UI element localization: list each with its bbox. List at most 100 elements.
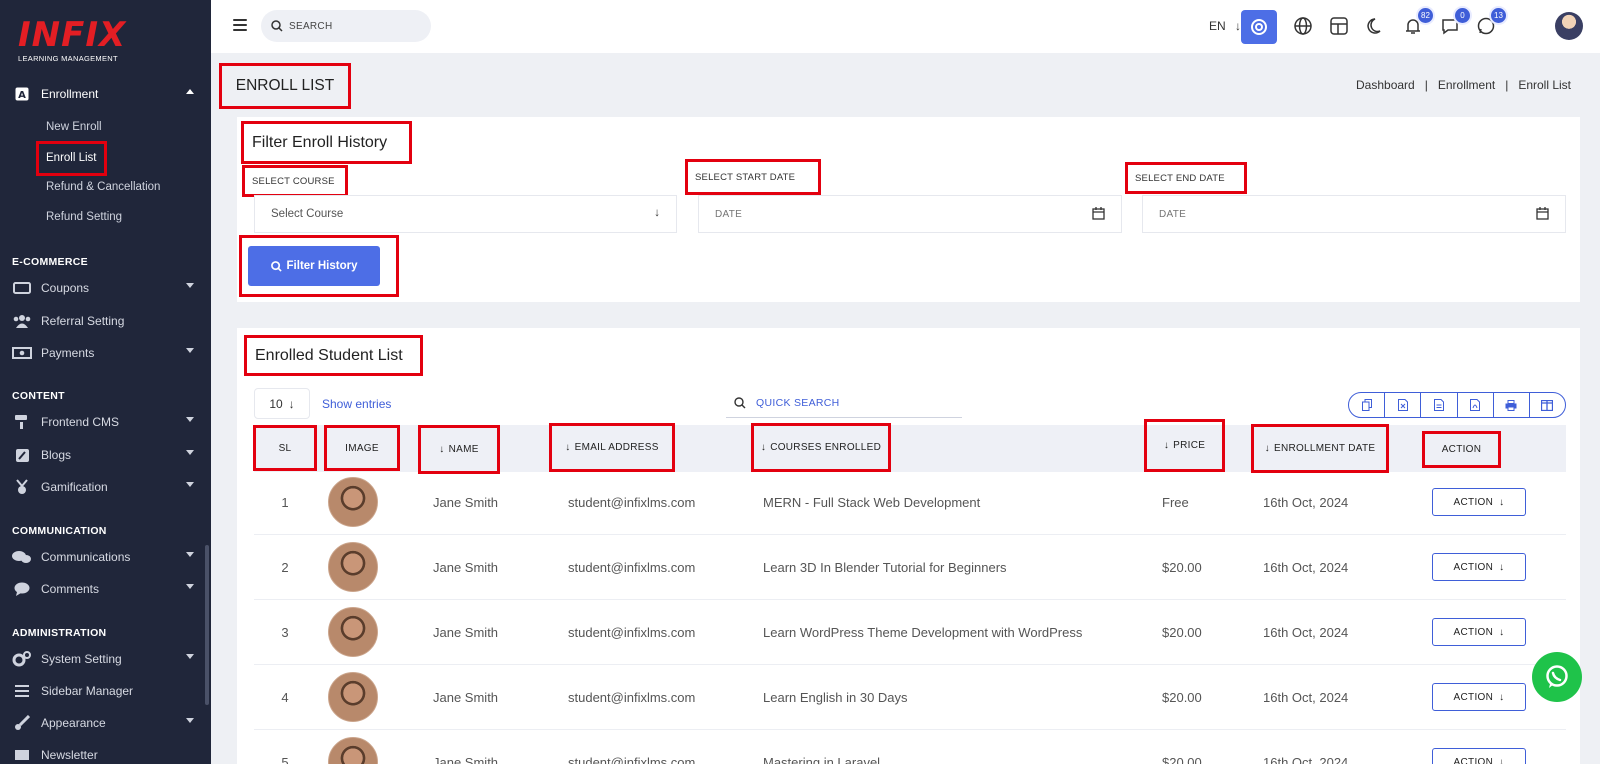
- row-action-button[interactable]: ACTION ↓: [1432, 553, 1526, 581]
- columns-icon[interactable]: [1530, 393, 1565, 417]
- column-header-price[interactable]: ↓ PRICE: [1144, 419, 1225, 472]
- sidebar-item-enrollment[interactable]: A Enrollment: [12, 83, 194, 105]
- filter-history-button[interactable]: Filter History: [248, 246, 380, 286]
- dark-mode-moon-icon[interactable]: [1364, 14, 1388, 38]
- chevron-down-icon: [186, 552, 194, 557]
- calendar-icon[interactable]: [1092, 207, 1105, 223]
- cell-name: Jane Smith: [433, 754, 499, 764]
- sidebar: INFIX LEARNING MANAGEMENT A Enrollment N…: [0, 0, 211, 764]
- sidebar-scrollbar[interactable]: [205, 545, 209, 705]
- student-photo: [328, 477, 378, 527]
- course-select[interactable]: Select Course ↓: [254, 195, 677, 233]
- settings-chip-icon[interactable]: [1241, 10, 1277, 44]
- column-header-label: COURSES ENROLLED: [770, 442, 882, 453]
- sidebar-item-blogs[interactable]: Blogs: [12, 444, 194, 466]
- row-action-button[interactable]: ACTION ↓: [1432, 488, 1526, 516]
- cell-email: student@infixlms.com: [568, 559, 696, 575]
- column-header-email[interactable]: ↓ EMAIL ADDRESS: [549, 423, 675, 472]
- section-title-communication: COMMUNICATION: [12, 525, 107, 537]
- calendar-icon[interactable]: [1536, 207, 1549, 223]
- quick-search-input[interactable]: [756, 396, 936, 409]
- hamburger-menu-icon[interactable]: [233, 19, 247, 31]
- column-header-courses[interactable]: ↓ COURSES ENROLLED: [751, 423, 891, 472]
- ticket-icon: [12, 280, 32, 296]
- chat-icon[interactable]: 13: [1474, 8, 1506, 38]
- start-date-input[interactable]: [715, 208, 1015, 220]
- sidebar-item-appearance[interactable]: Appearance: [12, 712, 194, 734]
- sidebar-item-payments[interactable]: Payments: [12, 342, 194, 364]
- column-header-sl[interactable]: SL: [253, 425, 317, 471]
- global-search[interactable]: [261, 10, 431, 42]
- sidebar-item-comments[interactable]: Comments: [12, 578, 194, 600]
- cell-sl: 5: [281, 754, 289, 764]
- sidebar-item-referral-setting[interactable]: Referral Setting: [12, 310, 194, 332]
- breadcrumb-dashboard[interactable]: Dashboard: [1356, 78, 1415, 92]
- chevron-down-icon: [186, 718, 194, 723]
- arrow-down-icon: ↓: [654, 207, 660, 219]
- quick-search[interactable]: [726, 388, 962, 418]
- sort-arrow-icon: ↓: [439, 444, 445, 455]
- globe-icon[interactable]: [1291, 14, 1315, 38]
- row-action-button[interactable]: ACTION ↓: [1432, 683, 1526, 711]
- cell-image: [325, 665, 381, 729]
- sidebar-item-coupons[interactable]: Coupons: [12, 277, 194, 299]
- print-icon[interactable]: [1494, 393, 1530, 417]
- column-header-name[interactable]: ↓ NAME: [418, 425, 500, 474]
- sidebar-subitem-refund-cancellation[interactable]: Refund & Cancellation: [46, 181, 160, 193]
- row-action-button[interactable]: ACTION ↓: [1432, 618, 1526, 646]
- column-header-label: EMAIL ADDRESS: [574, 442, 659, 453]
- action-label: ACTION: [1453, 691, 1494, 703]
- student-photo: [328, 542, 378, 592]
- sidebar-item-label: Gamification: [41, 480, 108, 494]
- cell-price: $20.00: [1162, 689, 1202, 705]
- section-title-administration: ADMINISTRATION: [12, 627, 107, 639]
- row-action-button[interactable]: ACTION ↓: [1432, 748, 1526, 764]
- column-header-enrollment-date[interactable]: ↓ ENROLLMENT DATE: [1251, 424, 1389, 473]
- select-course-label: SELECT COURSE: [242, 165, 348, 197]
- notification-bell-icon[interactable]: 82: [1401, 8, 1433, 38]
- app-logo[interactable]: INFIX LEARNING MANAGEMENT: [18, 18, 126, 63]
- breadcrumb-enrollment[interactable]: Enrollment: [1438, 78, 1495, 92]
- sidebar-item-communications[interactable]: Communications: [12, 546, 194, 568]
- cell-email: student@infixlms.com: [568, 494, 696, 510]
- sidebar-subitem-enroll-list[interactable]: Enroll List: [36, 141, 107, 176]
- sidebar-item-sidebar-manager[interactable]: Sidebar Manager: [12, 680, 194, 702]
- messages-icon[interactable]: 0: [1438, 8, 1470, 38]
- search-input[interactable]: [289, 20, 409, 32]
- table-row: 1 Jane Smith student@infixlms.com MERN - Fu…: [254, 470, 1566, 535]
- cell-action: ACTION ↓: [1432, 470, 1526, 534]
- start-date-field[interactable]: [698, 195, 1122, 233]
- arrow-down-icon: ↓: [1499, 561, 1505, 573]
- table-row: 3 Jane Smith student@infixlms.com Learn Wor…: [254, 600, 1566, 665]
- page-title: ENROLL LIST: [219, 63, 351, 109]
- sidebar-item-newsletter[interactable]: Newsletter: [12, 744, 194, 764]
- csv-icon[interactable]: [1421, 393, 1458, 417]
- cell-course: Learn 3D In Blender Tutorial for Beginne…: [763, 559, 1007, 575]
- list-heading: Enrolled Student List: [244, 335, 423, 376]
- breadcrumb-enroll-list: Enroll List: [1518, 78, 1572, 92]
- whatsapp-chat-button[interactable]: [1532, 652, 1582, 702]
- cell-action: ACTION ↓: [1432, 730, 1526, 764]
- sidebar-item-system-setting[interactable]: System Setting: [12, 648, 194, 670]
- language-selector[interactable]: EN ↓: [1209, 19, 1241, 33]
- cell-price: Free: [1162, 494, 1189, 510]
- layout-icon[interactable]: [1327, 14, 1351, 38]
- sidebar-item-gamification[interactable]: Gamification: [12, 476, 194, 498]
- sidebar-item-frontend-cms[interactable]: Frontend CMS: [12, 411, 194, 433]
- logo-tagline: LEARNING MANAGEMENT: [18, 54, 118, 63]
- copy-icon[interactable]: [1349, 393, 1386, 417]
- column-header-image: IMAGE: [324, 425, 400, 471]
- cell-price: $20.00: [1162, 624, 1202, 640]
- chevron-down-icon: [186, 450, 194, 455]
- sidebar-subitem-refund-setting[interactable]: Refund Setting: [46, 211, 122, 223]
- end-date-input[interactable]: [1159, 208, 1459, 220]
- chevron-down-icon: [186, 584, 194, 589]
- entries-select[interactable]: 10 ↓: [254, 388, 310, 419]
- sidebar-subitem-new-enroll[interactable]: New Enroll: [46, 121, 102, 133]
- pdf-icon[interactable]: [1458, 393, 1494, 417]
- sidebar-item-label: Sidebar Manager: [41, 684, 134, 698]
- end-date-field[interactable]: [1142, 195, 1566, 233]
- excel-icon[interactable]: [1385, 393, 1422, 417]
- sidebar-item-label: System Setting: [41, 652, 122, 666]
- user-avatar[interactable]: [1555, 12, 1583, 40]
